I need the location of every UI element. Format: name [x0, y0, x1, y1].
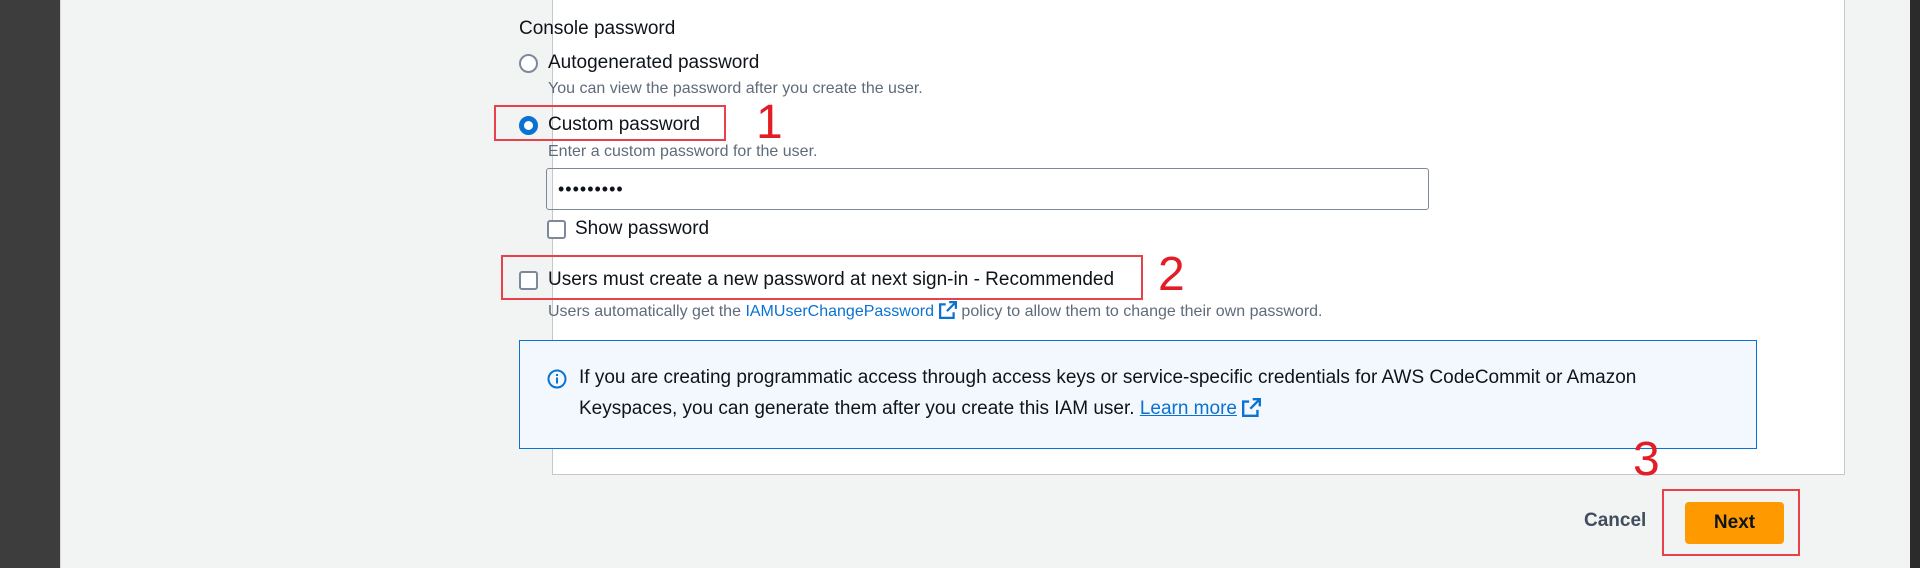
- window-edge: [1910, 0, 1920, 568]
- annotation-number-1: 1: [756, 96, 783, 149]
- info-alert-text: If you are creating programmatic access …: [579, 362, 1739, 427]
- autogenerated-password-radio[interactable]: [519, 54, 538, 73]
- annotation-box-2: [501, 255, 1143, 300]
- show-password-label[interactable]: Show password: [575, 218, 709, 240]
- cancel-button[interactable]: Cancel: [1584, 510, 1646, 532]
- console-password-heading: Console password: [519, 18, 676, 39]
- iam-user-change-password-link[interactable]: IAMUserChangePassword: [745, 301, 957, 320]
- annotation-box-3: [1662, 489, 1800, 556]
- learn-more-link-text[interactable]: Learn more: [1140, 398, 1237, 419]
- external-link-icon[interactable]: [1241, 396, 1261, 427]
- custom-password-input[interactable]: •••••••••: [546, 168, 1429, 210]
- annotation-number-2: 2: [1158, 248, 1185, 301]
- info-alert: If you are creating programmatic access …: [519, 340, 1757, 449]
- autogenerated-password-label[interactable]: Autogenerated password: [548, 52, 759, 74]
- annotation-box-1: [494, 105, 726, 141]
- policy-desc-prefix: Users automatically get the: [548, 303, 741, 320]
- info-icon: [547, 369, 567, 394]
- external-link-icon[interactable]: [938, 301, 957, 324]
- info-alert-message: If you are creating programmatic access …: [579, 367, 1637, 419]
- annotation-number-3: 3: [1633, 433, 1660, 486]
- policy-desc-suffix: policy to allow them to change their own…: [961, 303, 1323, 320]
- iam-policy-link-text[interactable]: IAMUserChangePassword: [745, 303, 934, 320]
- require-password-reset-description: Users automatically get the IAMUserChang…: [548, 301, 1323, 324]
- learn-more-link[interactable]: Learn more: [1140, 398, 1237, 419]
- show-password-checkbox[interactable]: [547, 220, 566, 239]
- autogenerated-password-description: You can view the password after you crea…: [548, 80, 923, 97]
